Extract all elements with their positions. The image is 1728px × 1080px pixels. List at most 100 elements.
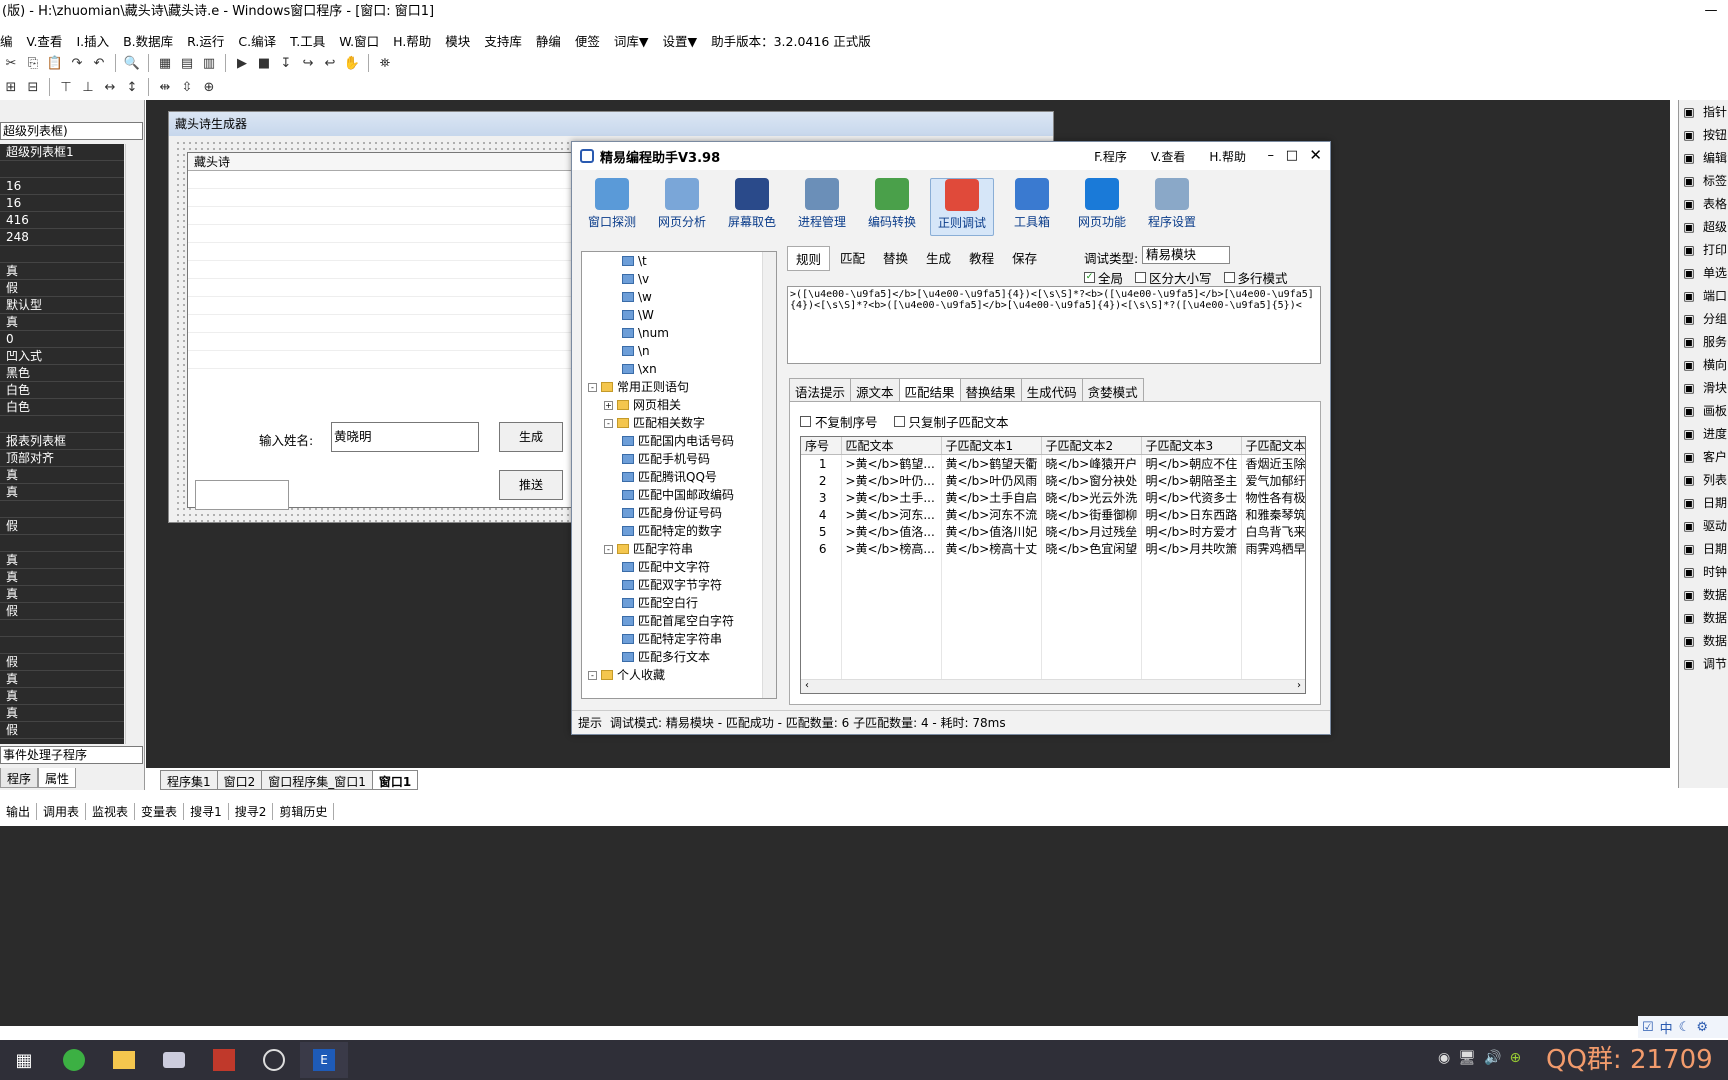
property-value[interactable]: 假 [0, 654, 124, 671]
palette-item[interactable]: ▣ 客户 [1679, 445, 1728, 468]
tree-node[interactable]: - 匹配相关数字 [582, 414, 776, 432]
debug-type-select[interactable]: 精易模块 [1142, 246, 1230, 264]
column-header[interactable]: 匹配文本 [841, 437, 942, 455]
property-value[interactable]: 默认型 [0, 297, 124, 314]
menu-item[interactable]: B.数据库 [123, 31, 173, 50]
menu-item[interactable]: C.编译 [238, 31, 276, 50]
run-icon[interactable]: ▶ [233, 54, 251, 72]
palette-item[interactable]: ▣ 日期 [1679, 491, 1728, 514]
property-value[interactable]: 416 [0, 212, 124, 229]
property-value[interactable]: 真 [0, 705, 124, 722]
stop-icon[interactable]: ■ [255, 54, 273, 72]
menu-item[interactable]: 设置▼ [662, 31, 697, 50]
space-v-icon[interactable]: ⇳ [178, 78, 196, 96]
menu-program[interactable]: F.程序 [1094, 148, 1127, 165]
column-header[interactable]: 子匹配文本1 [941, 437, 1042, 455]
table-row[interactable]: 3 >黄</b>土手... 黄</b>土手自启 晓</b>光云外洗 明</b>代资多士物… [801, 489, 1305, 506]
tree-node[interactable]: 匹配特定字符串 [582, 630, 776, 648]
tree-node[interactable]: 匹配首尾空白字符 [582, 612, 776, 630]
property-value[interactable]: 凹入式 [0, 348, 124, 365]
output-tab[interactable]: 搜寻2 [229, 802, 274, 820]
menu-item[interactable]: 编 [0, 31, 13, 50]
rule-tab[interactable]: 生成 [918, 246, 959, 271]
document-tab[interactable]: 窗口2 [216, 770, 263, 790]
palette-item[interactable]: ▣ 时钟 [1679, 560, 1728, 583]
tool-2[interactable]: 网页分析 [650, 178, 714, 236]
tool-1[interactable]: 窗口探测 [580, 178, 644, 236]
output-tab[interactable]: 变量表 [135, 802, 185, 820]
tree-node[interactable]: \W [582, 306, 776, 324]
property-value[interactable]: 真 [0, 586, 124, 603]
palette-item[interactable]: ▣ 服务 [1679, 330, 1728, 353]
rule-tab[interactable]: 规则 [787, 246, 831, 271]
tab-properties[interactable]: 属性 [38, 768, 77, 788]
cut-icon[interactable]: ✂ [2, 54, 20, 72]
tree-node[interactable]: 匹配国内电话号码 [582, 432, 776, 450]
tool-9[interactable]: 程序设置 [1140, 178, 1204, 236]
hand-icon[interactable]: ✋ [343, 54, 361, 72]
property-scrollbar[interactable] [125, 144, 141, 744]
tool-8[interactable]: 网页功能 [1070, 178, 1134, 236]
no-seq-checkbox[interactable] [800, 416, 811, 427]
paste-icon[interactable]: 📋 [46, 54, 64, 72]
palette-item[interactable]: ▣ 端口 [1679, 284, 1728, 307]
option-checkbox[interactable] [1223, 272, 1235, 283]
property-value[interactable]: 16 [0, 195, 124, 212]
palette-item[interactable]: ▣ 表格 [1679, 192, 1728, 215]
tree-node[interactable]: 匹配特定的数字 [582, 522, 776, 540]
menu-view[interactable]: V.查看 [1151, 148, 1185, 165]
property-value[interactable]: 超级列表框1 [0, 144, 124, 161]
property-value[interactable]: 假 [0, 603, 124, 620]
palette-item[interactable]: ▣ 驱动 [1679, 514, 1728, 537]
property-value[interactable]: 0 [0, 331, 124, 348]
property-value[interactable] [0, 501, 124, 518]
sub-only-checkbox[interactable] [893, 416, 905, 427]
output-tab[interactable]: 调用表 [37, 802, 87, 820]
copy-icon[interactable]: ⎘ [24, 54, 42, 72]
property-value[interactable] [0, 620, 124, 637]
tree-node[interactable]: 匹配手机号码 [582, 450, 776, 468]
moon-icon[interactable]: ☾ [1679, 1020, 1691, 1035]
property-value[interactable]: 真 [0, 314, 124, 331]
tree-node[interactable]: 匹配腾讯QQ号 [582, 468, 776, 486]
regex-tree[interactable]: \t \v \w \W \num \n \xn - 常用正则语句 + 网页相关 - 匹配相关数字 匹配国内… [581, 251, 777, 699]
tree-node[interactable]: + 网页相关 [582, 396, 776, 414]
layout2-icon[interactable]: ▤ [178, 54, 196, 72]
tree-node[interactable]: 匹配中文字符 [582, 558, 776, 576]
table-row[interactable]: 4 >黄</b>河东... 黄</b>河东不流 晓</b>街垂御柳 明</b>日东西路和… [801, 506, 1305, 523]
column-header[interactable]: 序号 [801, 437, 842, 455]
menu-item[interactable]: T.工具 [290, 31, 325, 50]
tree-node[interactable]: \num [582, 324, 776, 342]
output-tab[interactable]: 剪辑历史 [273, 802, 335, 820]
spinner-input[interactable] [195, 480, 289, 510]
app-red-icon[interactable] [200, 1042, 248, 1078]
push-button[interactable]: 推送 [499, 470, 563, 500]
document-tab[interactable]: 窗口程序集_窗口1 [261, 770, 373, 790]
tree-node[interactable]: 匹配多行文本 [582, 648, 776, 666]
table-row[interactable]: 6 >黄</b>榜高... 黄</b>榜高十丈 晓</b>色宜闲望 明</b>月共吹箫雨… [801, 540, 1305, 557]
palette-item[interactable]: ▣ 按钮 [1679, 123, 1728, 146]
tree-node[interactable]: \w [582, 288, 776, 306]
same-width-icon[interactable]: ↔ [101, 78, 119, 96]
align-top-icon[interactable]: ⊤ [57, 78, 75, 96]
tree-node[interactable]: \t [582, 252, 776, 270]
option-checkbox[interactable] [1135, 272, 1147, 283]
tool-5[interactable]: 编码转换 [860, 178, 924, 236]
center-icon[interactable]: ⊕ [200, 78, 218, 96]
property-value[interactable]: 真 [0, 484, 124, 501]
task-view-icon[interactable]: ▦ [0, 1042, 48, 1078]
helper-minimize-icon[interactable]: – [1268, 148, 1275, 163]
menu-item[interactable]: 助手版本：3.2.0416 正式版 [711, 31, 871, 50]
easy-language-icon[interactable]: E [300, 1042, 348, 1078]
column-header[interactable]: 子匹配文本3 [1141, 437, 1242, 455]
property-value[interactable]: 黑色 [0, 365, 124, 382]
tab-program[interactable]: 程序 [0, 768, 39, 788]
property-value[interactable] [0, 416, 124, 433]
palette-item[interactable]: ▣ 标签 [1679, 169, 1728, 192]
menu-item[interactable]: H.帮助 [393, 31, 431, 50]
property-value[interactable]: 真 [0, 671, 124, 688]
tree-node[interactable]: \v [582, 270, 776, 288]
property-value[interactable]: 真 [0, 552, 124, 569]
find-icon[interactable]: 🔍 [123, 54, 141, 72]
output-tab[interactable]: 输出 [0, 802, 38, 820]
